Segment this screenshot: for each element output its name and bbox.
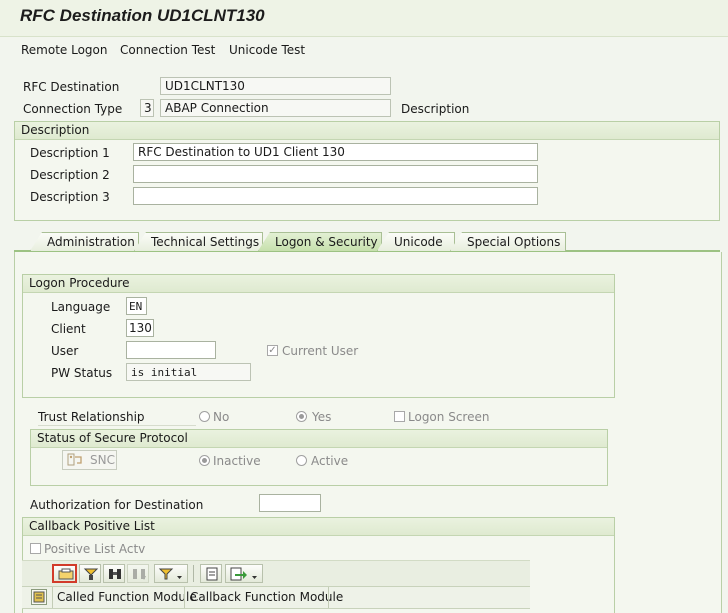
trust-relationship-label: Trust Relationship bbox=[38, 410, 145, 424]
pw-status-field: is initial bbox=[126, 363, 251, 381]
positive-list-label: Positive List Actv bbox=[44, 542, 146, 556]
menu-bar: Remote Logon Connection Test Unicode Tes… bbox=[0, 37, 728, 65]
rfc-destination-field[interactable]: UD1CLNT130 bbox=[160, 77, 391, 95]
authorization-field[interactable] bbox=[259, 494, 321, 512]
inactive-radio[interactable] bbox=[199, 455, 210, 466]
window-title: RFC Destination UD1CLNT130 bbox=[20, 6, 265, 25]
user-label: User bbox=[51, 344, 79, 358]
trust-no-label: No bbox=[213, 410, 230, 424]
active-label: Active bbox=[311, 454, 349, 468]
authorization-label: Authorization for Destination bbox=[30, 498, 204, 512]
callback-table-header: Called Function Module Callback Function… bbox=[22, 586, 530, 609]
inactive-label: Inactive bbox=[213, 454, 261, 468]
page-icon bbox=[206, 567, 218, 581]
tab-unicode[interactable]: Unicode bbox=[377, 232, 455, 251]
find-button[interactable] bbox=[103, 564, 125, 583]
connection-type-description-label: Description bbox=[401, 102, 470, 116]
trust-no-radio[interactable] bbox=[199, 411, 210, 422]
filter-button[interactable] bbox=[154, 564, 188, 583]
user-field[interactable] bbox=[126, 341, 216, 359]
column-divider bbox=[52, 587, 53, 608]
connection-type-field[interactable]: ABAP Connection bbox=[160, 99, 391, 117]
trust-yes-label: Yes bbox=[312, 410, 332, 424]
description-2-field[interactable] bbox=[133, 165, 538, 183]
column-callback-function-module[interactable]: Callback Function Module bbox=[190, 590, 343, 604]
column-divider bbox=[184, 587, 185, 608]
remote-logon-button[interactable]: Remote Logon bbox=[21, 43, 108, 57]
client-label: Client bbox=[51, 322, 86, 336]
description-2-label: Description 2 bbox=[30, 168, 110, 182]
print-button[interactable] bbox=[200, 564, 222, 583]
trust-underline bbox=[38, 425, 196, 426]
description-1-label: Description 1 bbox=[30, 146, 110, 160]
snc-button[interactable]: SNC bbox=[62, 450, 117, 470]
callback-toolbar bbox=[22, 560, 530, 586]
column-called-function-module[interactable]: Called Function Module bbox=[57, 590, 197, 604]
details-button[interactable] bbox=[52, 564, 77, 583]
logon-screen-checkbox[interactable] bbox=[394, 411, 405, 422]
language-field[interactable]: EN bbox=[126, 297, 147, 315]
connection-test-button[interactable]: Connection Test bbox=[120, 43, 215, 57]
active-radio[interactable] bbox=[296, 455, 307, 466]
tab-technical-settings[interactable]: Technical Settings bbox=[134, 232, 263, 251]
toolbar-separator bbox=[193, 565, 194, 582]
column-divider bbox=[328, 587, 329, 608]
secure-protocol-title: Status of Secure Protocol bbox=[31, 430, 607, 448]
snc-button-label: SNC bbox=[90, 453, 115, 467]
current-user-checkbox[interactable]: ✓ bbox=[267, 345, 278, 356]
description-3-field[interactable] bbox=[133, 187, 538, 205]
description-group-title: Description bbox=[15, 122, 719, 140]
details-icon bbox=[58, 568, 74, 580]
snc-icon bbox=[67, 453, 82, 466]
sort-icon bbox=[83, 568, 99, 580]
rfc-destination-label: RFC Destination bbox=[23, 80, 120, 94]
export-button[interactable] bbox=[225, 564, 263, 583]
callback-group-title: Callback Positive List bbox=[23, 518, 614, 536]
export-icon bbox=[230, 567, 257, 581]
description-1-field[interactable]: RFC Destination to UD1 Client 130 bbox=[133, 143, 538, 161]
trust-yes-radio[interactable] bbox=[296, 411, 307, 422]
positive-list-checkbox[interactable] bbox=[30, 543, 41, 554]
current-user-label: Current User bbox=[282, 344, 359, 358]
tab-special-options[interactable]: Special Options bbox=[450, 232, 566, 251]
find-next-button[interactable] bbox=[127, 564, 149, 583]
table-select-icon bbox=[33, 591, 45, 603]
unicode-test-button[interactable]: Unicode Test bbox=[229, 43, 305, 57]
title-bar: RFC Destination UD1CLNT130 bbox=[0, 0, 728, 37]
logon-procedure-title: Logon Procedure bbox=[23, 275, 614, 293]
pw-status-label: PW Status bbox=[51, 366, 113, 380]
sort-button[interactable] bbox=[79, 564, 101, 583]
find-next-icon bbox=[133, 569, 146, 580]
client-field[interactable]: 130 bbox=[126, 319, 154, 337]
binoculars-icon bbox=[109, 569, 121, 579]
select-all-button[interactable] bbox=[31, 589, 47, 605]
logon-screen-label: Logon Screen bbox=[408, 410, 490, 424]
connection-type-label: Connection Type bbox=[23, 102, 123, 116]
tab-logon-security[interactable]: Logon & Security bbox=[258, 232, 382, 251]
filter-icon bbox=[158, 568, 182, 580]
tab-administration[interactable]: Administration bbox=[30, 232, 139, 251]
language-label: Language bbox=[51, 300, 111, 314]
description-3-label: Description 3 bbox=[30, 190, 110, 204]
connection-type-code-field[interactable]: 3 bbox=[140, 99, 154, 117]
